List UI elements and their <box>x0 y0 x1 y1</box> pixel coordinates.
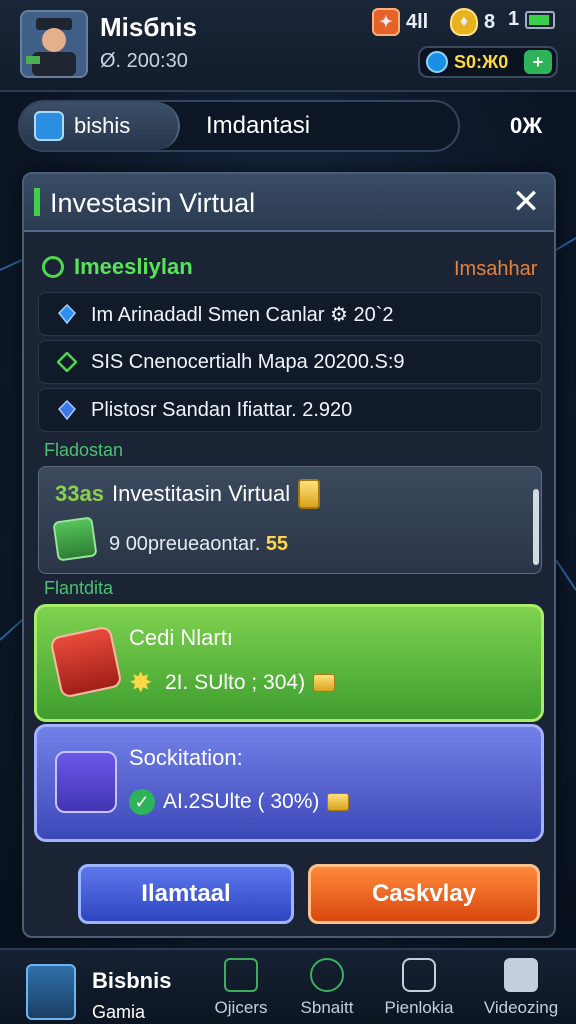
bottom-navigation: Bisbnis Gamia Ojicers Sbnaitt Pienlokia … <box>0 948 576 1024</box>
check-icon: ✓ <box>129 789 155 815</box>
close-icon[interactable]: ✕ <box>510 185 542 219</box>
tab-percent[interactable]: 0Ж <box>510 113 542 139</box>
card-scrollbar[interactable] <box>533 489 539 565</box>
currency-value: S0:Ж0 <box>454 51 509 72</box>
investment-card-title: 33as Investitasin Virtual <box>55 479 321 509</box>
battery-stat: 1 <box>508 8 556 31</box>
grid-icon <box>224 958 258 992</box>
offer-card-green[interactable]: Cedi Nlartı ✸ 2I. SUlto ; 304) <box>34 604 544 722</box>
info-row-text: SIS Cnenocertialh Mapa 20200.S:9 <box>91 350 405 373</box>
tab-bar: bishis Imdantasi <box>18 100 460 152</box>
offer-detail: ✓ AI.2SUlte ( 30%) <box>129 789 350 815</box>
top-status-bar: Misбnis Ø. 200:30 ✦ 4ll ♦ 8 1 S0:Ж0 + <box>0 0 576 92</box>
nav-label: Pienlokia <box>384 998 454 1017</box>
ticket-icon <box>49 625 123 699</box>
battery-icon <box>525 10 556 29</box>
group-label: Fladostan <box>44 440 124 460</box>
crystal-icon <box>55 751 117 813</box>
diamond-outline-icon <box>57 352 77 372</box>
info-row[interactable]: SIS Cnenocertialh Mapa 20200.S:9 <box>38 340 542 384</box>
shield-count: 8 <box>484 10 496 33</box>
card-detail: 9 00preueaontar. 55 <box>109 533 288 556</box>
currency-pill[interactable]: S0:Ж0 + <box>418 46 558 78</box>
cube-icon <box>26 964 76 1020</box>
gold-box-icon <box>313 674 336 692</box>
card-prefix: 33as <box>55 481 104 506</box>
group-label: Flantdita <box>44 578 114 598</box>
investment-card[interactable]: 33as Investitasin Virtual 9 00preueaonta… <box>38 466 542 574</box>
info-row[interactable]: Im Arinadadl Smen Canlar ⚙ 20`2 <box>38 292 542 336</box>
gold-box-icon <box>327 793 350 811</box>
camera-icon <box>504 958 538 992</box>
star-icon: ✸ <box>129 667 153 698</box>
nav-label: Ojicers <box>214 998 268 1017</box>
battery-level: 1 <box>508 8 520 30</box>
info-row[interactable]: Plistosr Sandan Ifiattar. 2.920 <box>38 388 542 432</box>
card-title-text: Investitasin Virtual <box>111 481 291 506</box>
player-avatar[interactable] <box>20 10 88 78</box>
offer-detail: ✸ 2I. SUlto ; 304) <box>129 667 336 698</box>
nav-active-title: Bisbnis <box>92 968 172 993</box>
investment-modal: Investasin Virtual ✕ Imeesliylan Imsahha… <box>22 172 556 938</box>
info-row-text: Im Arinadadl Smen Canlar ⚙ 20`2 <box>91 303 394 326</box>
section-label: Imeesliylan <box>74 254 193 279</box>
square-icon <box>402 958 436 992</box>
location-pin-icon <box>57 304 77 324</box>
cash-stack-icon <box>52 516 98 562</box>
tab-bishis-label: bishis <box>74 113 131 138</box>
tab-bishis[interactable]: bishis <box>20 102 180 150</box>
card-detail-text: 00preueaontar. <box>125 533 261 555</box>
header-accent <box>34 188 40 216</box>
signal-text: 4ll <box>406 10 429 33</box>
offer-title: Sockitation: <box>129 745 243 770</box>
nav-item-videozing[interactable]: Videozing <box>466 958 576 1018</box>
map-pin-icon <box>57 400 77 420</box>
section-link[interactable]: Imsahhar <box>454 258 537 281</box>
player-subtitle: Ø. 200:30 <box>100 50 188 72</box>
shield-stat: ♦ 8 <box>450 8 495 36</box>
gold-bar-icon <box>298 479 321 509</box>
coin-icon <box>426 51 448 73</box>
modal-title: Investasin Virtual <box>50 188 256 218</box>
nav-label: Sbnaitt <box>300 998 354 1017</box>
info-row-text: Plistosr Sandan Ifiattar. 2.920 <box>91 398 353 421</box>
add-currency-icon[interactable]: + <box>524 50 552 74</box>
shield-icon: ♦ <box>450 8 478 36</box>
card-detail-prefix: 9 <box>109 533 121 555</box>
offer-card-blue[interactable]: Sockitation: ✓ AI.2SUlte ( 30%) <box>34 724 544 842</box>
card-detail-value: 55 <box>265 533 289 555</box>
left-action-button[interactable]: Ilamtaal <box>78 864 294 924</box>
offer-title: Cedi Nlartı <box>129 625 233 650</box>
signal-stat: ✦ 4ll <box>372 8 428 36</box>
section-header: Imeesliylan <box>42 254 193 280</box>
fire-icon: ✦ <box>372 8 400 36</box>
right-action-button[interactable]: Caskvlay <box>308 864 540 924</box>
tab-diamond-icon <box>34 111 64 141</box>
nav-label: Videozing <box>483 998 559 1017</box>
nav-item-pienlokia[interactable]: Pienlokia <box>364 958 474 1018</box>
status-ring-icon <box>42 256 64 278</box>
offer-detail-text: 2I. SUlto ; 304) <box>165 671 306 694</box>
nav-active-subtitle: Gamia <box>92 1002 146 1022</box>
tab-imdantasi[interactable]: Imdantasi <box>206 112 310 140</box>
offer-detail-text: AI.2SUlte ( 30%) <box>163 790 320 813</box>
modal-header: Investasin Virtual ✕ <box>24 174 554 232</box>
search-icon <box>310 958 344 992</box>
player-name: Misбnis <box>100 12 197 42</box>
